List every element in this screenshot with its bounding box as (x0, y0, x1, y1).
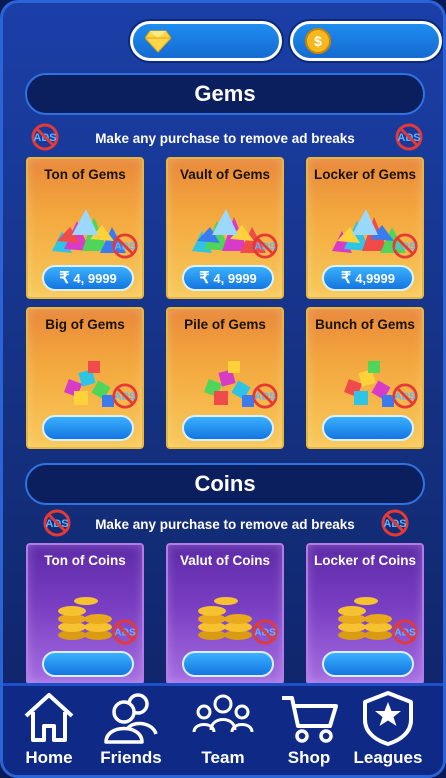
gem-pack-card[interactable]: Pile of Gems ADS (166, 307, 284, 449)
no-ads-icon: ADS (392, 233, 418, 259)
bottom-nav: Home Friends Team Shop Leagues (3, 683, 443, 775)
gem-pack-card[interactable]: Locker of Gems ADS ₹ 4,9999 (306, 157, 424, 299)
pack-name: Bunch of Gems (315, 317, 415, 332)
pack-name: Ton of Gems (44, 167, 126, 182)
shop-screen: $ Gems ADS Make any purchase to remove a… (0, 0, 446, 778)
pack-name: Pile of Gems (184, 317, 266, 332)
pack-name: Locker of Coins (313, 553, 416, 568)
shield-star-icon (363, 691, 413, 746)
no-ads-icon: ADS (392, 619, 418, 645)
cart-icon (282, 696, 338, 743)
team-icon (192, 694, 254, 733)
no-ads-icon: ADS (112, 233, 138, 259)
svg-text:$: $ (314, 33, 322, 49)
nav-leagues[interactable]: Leagues (348, 690, 428, 774)
no-ads-icon: ADS (112, 619, 138, 645)
no-ads-icon: ADS (381, 509, 409, 537)
pack-name: Valut of Coins (179, 553, 270, 568)
nav-label: Shop (287, 748, 331, 767)
coin-icon: $ (305, 28, 331, 54)
buy-button[interactable] (322, 651, 414, 677)
coin-pack-card[interactable]: Valut of Coins ADS (166, 543, 284, 685)
no-ads-icon: ADS (252, 383, 278, 409)
buy-button[interactable] (182, 415, 274, 441)
no-ads-icon: ADS (395, 123, 423, 151)
coins-section-title: Coins (25, 463, 425, 505)
nav-label: Leagues (353, 748, 423, 767)
coin-balance-bar[interactable]: $ (290, 21, 442, 61)
buy-button[interactable]: ₹ 4, 9999 (42, 265, 134, 291)
nav-home[interactable]: Home (9, 690, 89, 774)
pack-name: Vault of Gems (179, 167, 271, 182)
coin-pack-card[interactable]: Locker of Coins ADS (306, 543, 424, 685)
rupee-icon: ₹ (59, 270, 70, 287)
diamond-icon (145, 30, 171, 53)
buy-button[interactable] (42, 415, 134, 441)
nav-shop[interactable]: Shop (269, 690, 349, 774)
no-ads-icon: ADS (392, 383, 418, 409)
remove-ads-notice: Make any purchase to remove ad breaks (95, 516, 355, 532)
buy-button[interactable]: ₹ 4,9999 (322, 265, 414, 291)
home-icon (24, 693, 74, 742)
price-label: 4,9999 (355, 270, 395, 286)
gem-pack-card[interactable]: Vault of Gems ADS ₹ 4, 9999 (166, 157, 284, 299)
price-label: 4, 9999 (73, 270, 117, 286)
nav-label: Home (25, 748, 73, 767)
friends-icon (104, 693, 158, 744)
buy-button[interactable]: ₹ 4, 9999 (182, 265, 274, 291)
pack-name: Locker of Gems (313, 167, 417, 182)
remove-ads-notice: Make any purchase to remove ad breaks (95, 130, 355, 146)
pack-name: Big of Gems (45, 317, 125, 332)
price-label: 4, 9999 (213, 270, 257, 286)
buy-button[interactable] (42, 651, 134, 677)
buy-button[interactable] (322, 415, 414, 441)
gems-section-title: Gems (25, 73, 425, 115)
nav-label: Team (201, 748, 245, 767)
rupee-icon: ₹ (199, 270, 210, 287)
no-ads-icon: ADS (252, 233, 278, 259)
nav-label: Friends (100, 748, 162, 767)
coin-pack-card[interactable]: Ton of Coins ADS (26, 543, 144, 685)
rupee-icon: ₹ (341, 270, 352, 287)
pack-name: Ton of Coins (44, 553, 126, 568)
buy-button[interactable] (182, 651, 274, 677)
gem-pack-card[interactable]: Big of Gems ADS (26, 307, 144, 449)
gem-pack-card[interactable]: Ton of Gems ADS ₹ 4, 9999 (26, 157, 144, 299)
no-ads-icon: ADS (252, 619, 278, 645)
gem-pack-card[interactable]: Bunch of Gems ADS (306, 307, 424, 449)
no-ads-icon: ADS (112, 383, 138, 409)
gem-balance-bar[interactable] (130, 21, 282, 61)
nav-team[interactable]: Team (183, 690, 263, 774)
nav-friends[interactable]: Friends (91, 690, 171, 774)
